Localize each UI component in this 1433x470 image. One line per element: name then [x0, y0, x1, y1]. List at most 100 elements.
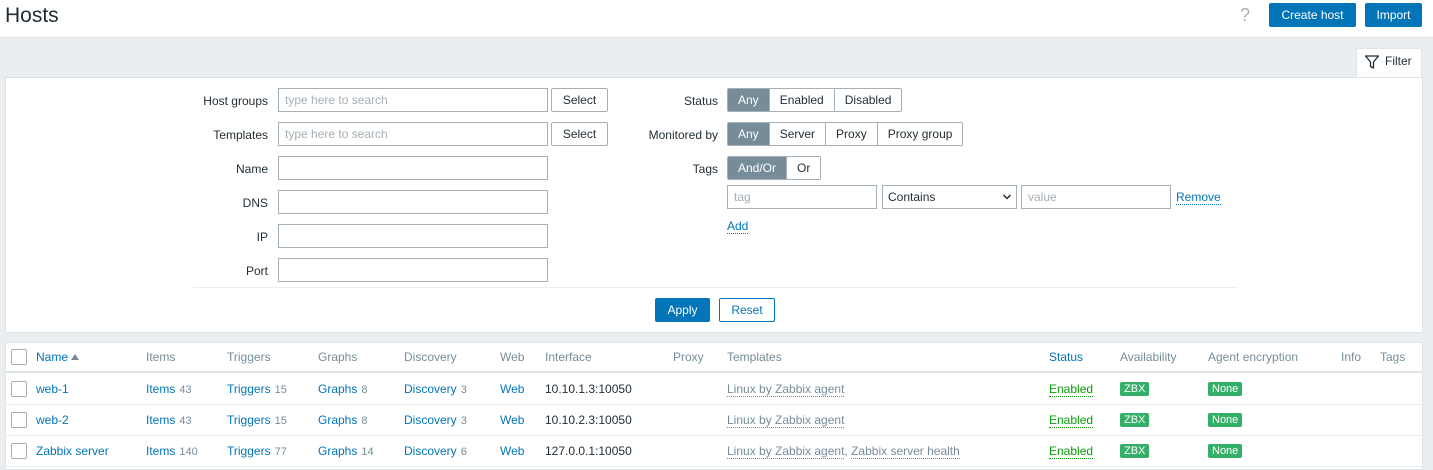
port-input[interactable]: [278, 258, 548, 282]
sort-ascending-icon: [71, 354, 80, 360]
web-link[interactable]: Web: [500, 413, 524, 427]
remove-tag-link[interactable]: Remove: [1176, 191, 1221, 205]
items-cell: Items 140: [146, 444, 198, 458]
hosts-table: Name Items Triggers Graphs Discovery Web…: [5, 342, 1423, 470]
templates-cell: Linux by Zabbix agent: [727, 382, 845, 397]
triggers-link[interactable]: Triggers: [227, 444, 271, 458]
host-groups-select-button[interactable]: Select: [551, 88, 608, 112]
tags-or[interactable]: Or: [786, 157, 821, 179]
template-link[interactable]: Linux by Zabbix agent: [727, 444, 845, 459]
host-name-link[interactable]: web-2: [36, 413, 69, 427]
port-label: Port: [245, 264, 268, 278]
host-name-link[interactable]: Zabbix server: [36, 444, 109, 458]
discovery-link[interactable]: Discovery: [404, 413, 457, 427]
monitored-by-proxy[interactable]: Proxy: [825, 123, 877, 145]
filter-panel: Host groups type here to search Select T…: [5, 77, 1423, 333]
status-label: Status: [683, 94, 718, 108]
triggers-link[interactable]: Triggers: [227, 382, 271, 396]
template-link[interactable]: Linux by Zabbix agent: [727, 413, 845, 428]
availability-badge[interactable]: ZBX: [1120, 382, 1150, 396]
monitored-by-any[interactable]: Any: [728, 123, 769, 145]
column-header-availability: Availability: [1120, 350, 1177, 364]
tag-name-input[interactable]: tag: [727, 185, 877, 209]
reset-button[interactable]: Reset: [719, 298, 775, 322]
table-row: web-1 Items 43 Triggers 15 Graphs 8 Discove…: [6, 374, 1422, 405]
triggers-count: 15: [274, 384, 287, 396]
table-row: Zabbix server Items 140 Triggers 77 Graphs…: [6, 436, 1422, 467]
encryption-badge: None: [1208, 413, 1243, 427]
column-header-interface: Interface: [545, 350, 592, 364]
items-link[interactable]: Items: [146, 382, 175, 396]
filter-tab[interactable]: Filter: [1356, 48, 1422, 78]
status-toggle-link[interactable]: Enabled: [1049, 382, 1094, 397]
status-toggle-link[interactable]: Enabled: [1049, 444, 1094, 459]
question-mark-icon[interactable]: ?: [1238, 5, 1252, 25]
row-checkbox[interactable]: [11, 443, 27, 459]
status-disabled[interactable]: Disabled: [833, 89, 902, 111]
interface-cell: 10.10.2.3:10050: [545, 413, 632, 427]
template-link[interactable]: Zabbix server health: [851, 444, 960, 459]
column-header-info: Info: [1341, 350, 1362, 364]
column-header-agent-encryption: Agent encryption: [1208, 350, 1299, 364]
select-all-checkbox[interactable]: [11, 349, 27, 365]
column-header-discovery: Discovery: [404, 350, 457, 364]
templates-input[interactable]: type here to search: [278, 122, 548, 146]
availability-badge[interactable]: ZBX: [1120, 413, 1150, 427]
column-header-status[interactable]: Status: [1049, 350, 1083, 364]
availability-badge[interactable]: ZBX: [1120, 444, 1150, 458]
host-groups-input[interactable]: type here to search: [278, 88, 548, 112]
graphs-link[interactable]: Graphs: [318, 413, 357, 427]
status-cell: Enabled: [1049, 413, 1094, 428]
add-tag-link[interactable]: Add: [727, 220, 749, 234]
column-header-graphs: Graphs: [318, 350, 358, 364]
name-input[interactable]: [278, 156, 548, 180]
monitored-by-proxy-group[interactable]: Proxy group: [876, 123, 963, 145]
discovery-cell: Discovery 3: [404, 413, 467, 427]
row-checkbox[interactable]: [11, 412, 27, 428]
row-checkbox[interactable]: [11, 381, 27, 397]
discovery-link[interactable]: Discovery: [404, 382, 457, 396]
monitored-by-server[interactable]: Server: [768, 123, 826, 145]
page-title: Hosts: [5, 4, 59, 27]
filter-tab-label: Filter: [1385, 54, 1412, 68]
status-any[interactable]: Any: [728, 89, 769, 111]
status-toggle-link[interactable]: Enabled: [1049, 413, 1094, 428]
column-header-items: Items: [146, 350, 176, 364]
templates-cell: Linux by Zabbix agent: [727, 413, 845, 428]
monitored-by-label: Monitored by: [648, 128, 718, 142]
funnel-icon: [1364, 55, 1380, 69]
web-link[interactable]: Web: [500, 382, 524, 396]
discovery-count: 6: [460, 446, 467, 458]
triggers-link[interactable]: Triggers: [227, 413, 271, 427]
column-header-proxy: Proxy: [673, 350, 704, 364]
triggers-cell: Triggers 15: [227, 413, 287, 427]
column-header-name[interactable]: Name: [36, 350, 80, 364]
tags-and-or[interactable]: And/Or: [728, 157, 787, 179]
status-enabled[interactable]: Enabled: [768, 89, 834, 111]
tag-operator-value: Contains: [888, 190, 936, 204]
import-button[interactable]: Import: [1365, 3, 1422, 27]
dns-input[interactable]: [278, 190, 548, 214]
templates-select-button[interactable]: Select: [551, 122, 608, 146]
status-cell: Enabled: [1049, 382, 1094, 397]
triggers-cell: Triggers 77: [227, 444, 287, 458]
graphs-link[interactable]: Graphs: [318, 444, 357, 458]
interface-cell: 127.0.0.1:10050: [545, 444, 632, 458]
graphs-count: 14: [361, 446, 374, 458]
items-link[interactable]: Items: [146, 444, 175, 458]
discovery-link[interactable]: Discovery: [404, 444, 457, 458]
table-header: Name Items Triggers Graphs Discovery Web…: [6, 343, 1422, 373]
web-link[interactable]: Web: [500, 444, 524, 458]
tag-operator-select[interactable]: Contains: [882, 185, 1017, 209]
create-host-button[interactable]: Create host: [1269, 3, 1356, 27]
host-name-link[interactable]: web-1: [36, 382, 69, 396]
template-link[interactable]: Linux by Zabbix agent: [727, 382, 845, 397]
tag-value-input[interactable]: value: [1021, 185, 1171, 209]
ip-input[interactable]: [278, 224, 548, 248]
monitored-by-segmented-control: Any Server Proxy Proxy group: [727, 122, 964, 146]
host-groups-label: Host groups: [203, 94, 268, 108]
items-link[interactable]: Items: [146, 413, 175, 427]
graphs-link[interactable]: Graphs: [318, 382, 357, 396]
templates-cell: Linux by Zabbix agent, Zabbix server hea…: [727, 444, 960, 459]
apply-button[interactable]: Apply: [655, 298, 710, 322]
